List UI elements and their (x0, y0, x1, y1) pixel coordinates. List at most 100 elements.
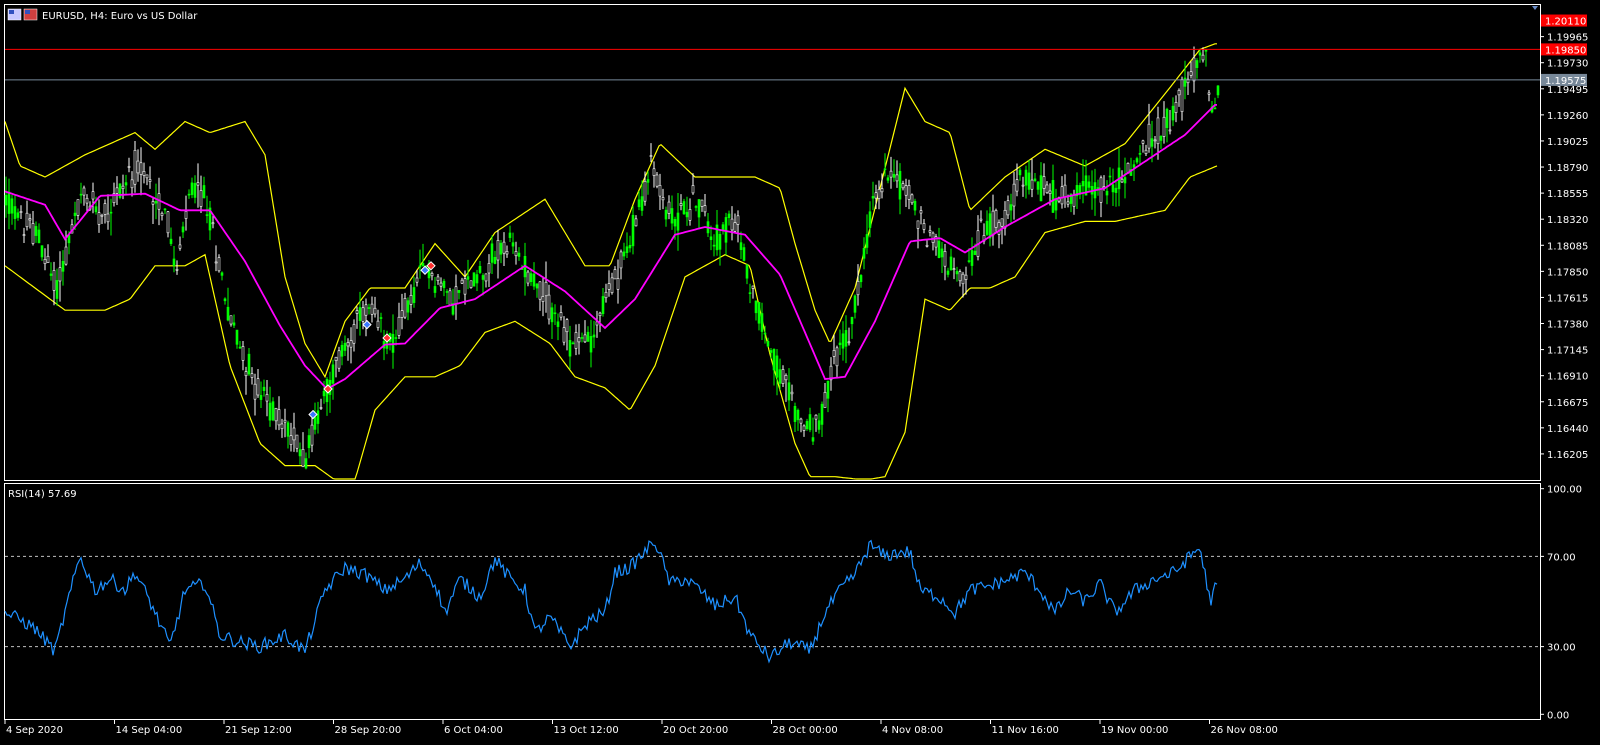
candle-body (226, 306, 230, 321)
candle-body (637, 199, 641, 208)
candle-body (691, 185, 695, 194)
candle-body (805, 421, 809, 430)
candle-body (436, 276, 440, 281)
candle-body (1033, 178, 1037, 182)
candle-body (547, 294, 551, 320)
candle-body (1012, 183, 1016, 207)
price-tick-label: 1.17850 (1547, 267, 1588, 278)
candle-body (781, 369, 785, 384)
price-tick-label: 1.19025 (1547, 137, 1588, 148)
candle-body (406, 300, 410, 313)
candle-body (604, 291, 608, 299)
candle-body (136, 160, 140, 174)
candle-body (631, 214, 635, 247)
candle-body (493, 256, 497, 264)
candle-body (574, 332, 578, 349)
candle-body (34, 226, 38, 236)
candle-body (127, 166, 131, 168)
candle-body (517, 252, 521, 257)
candle-body (268, 402, 272, 421)
candle-body (709, 236, 713, 241)
price-tick-label: 1.17145 (1547, 346, 1588, 357)
candle-body (1048, 190, 1052, 194)
candle-body (232, 322, 236, 326)
candle-body (235, 329, 239, 345)
candle-body (826, 380, 830, 399)
candle-body (679, 203, 683, 206)
candle-body (748, 292, 752, 294)
candle-body (10, 198, 14, 214)
candle-body (1030, 179, 1034, 190)
candle-body (151, 201, 155, 205)
candle-body (607, 283, 611, 290)
candle-body (937, 240, 941, 258)
candle-body (889, 170, 893, 178)
candle-body (919, 210, 923, 214)
candle-body (28, 218, 32, 221)
candle-body (676, 212, 680, 231)
candle-body (394, 337, 398, 339)
candle-body (361, 307, 365, 322)
candle-body (304, 458, 308, 469)
candle-body (949, 256, 953, 271)
candle-body (76, 199, 80, 216)
price-tick-label: 1.18085 (1547, 241, 1588, 252)
candle-body (346, 342, 350, 347)
price-tick-label: 1.16440 (1547, 424, 1588, 435)
candle-body (481, 275, 485, 280)
candle-body (376, 320, 380, 328)
candle-body (1162, 116, 1166, 137)
candle-body (718, 233, 722, 250)
candle-body (52, 270, 56, 291)
candle-body (73, 212, 77, 217)
candle-body (103, 203, 107, 215)
candle-body (802, 425, 806, 431)
candle-body (961, 273, 965, 285)
candle-body (571, 342, 575, 345)
candle-body (1123, 177, 1127, 184)
rsi-tick-label: 0.00 (1547, 710, 1569, 721)
candle-body (115, 187, 119, 194)
candle-body (577, 337, 581, 343)
candle-body (355, 310, 359, 314)
chart-canvas[interactable]: 1.199651.197301.194951.192601.190251.187… (0, 0, 1600, 745)
candle-body (265, 394, 269, 402)
candle-body (109, 211, 113, 214)
candle-body (271, 401, 275, 421)
candle-body (529, 273, 533, 283)
candle-body (1066, 201, 1070, 205)
candle-body (484, 273, 488, 282)
candle-body (454, 286, 458, 305)
candle-body (4, 194, 8, 206)
candle-body (964, 274, 968, 280)
candle-body (742, 247, 746, 261)
candle-body (1153, 139, 1157, 142)
candle-body (1009, 204, 1013, 211)
candle-body (799, 418, 803, 424)
candle-body (1024, 169, 1028, 186)
candle-body (166, 211, 170, 234)
time-tick-label: 11 Nov 16:00 (992, 725, 1059, 736)
candle-body (544, 281, 548, 297)
candle-body (283, 419, 287, 423)
candle-body (820, 403, 824, 425)
candle-body (580, 337, 584, 339)
candle-body (298, 449, 302, 457)
candle-body (724, 217, 728, 243)
candle-body (862, 248, 866, 259)
candle-body (133, 149, 137, 185)
candle-body (652, 168, 656, 176)
candle-body (7, 191, 11, 214)
candle-body (316, 410, 320, 424)
candle-body (694, 206, 698, 208)
candle-body (79, 193, 83, 196)
candle-body (25, 212, 29, 228)
candle-body (655, 174, 659, 187)
candle-body (160, 212, 164, 216)
candle-body (1051, 180, 1055, 213)
candle-body (1177, 89, 1181, 96)
candle-body (370, 303, 374, 315)
candle-body (625, 246, 629, 254)
candle-body (373, 307, 377, 315)
candle-body (460, 279, 464, 284)
